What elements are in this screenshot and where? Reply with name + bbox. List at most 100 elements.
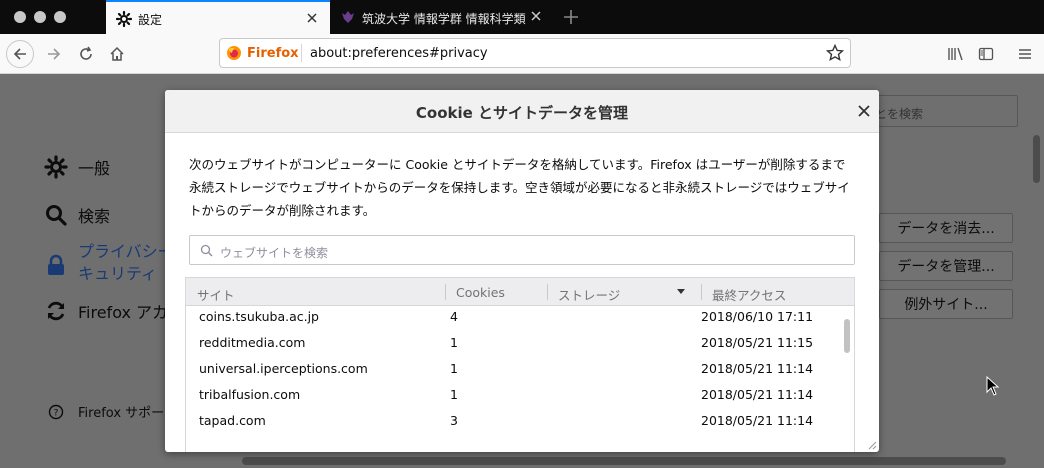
university-logo-icon <box>342 11 354 23</box>
cell-cookies: 1 <box>450 387 458 402</box>
firefox-logo-icon <box>227 46 241 60</box>
gear-icon <box>116 11 132 27</box>
forward-button[interactable] <box>40 40 68 68</box>
table-row[interactable]: tribalfusion.com 1 2018/05/21 11:14 <box>186 385 841 411</box>
cell-last-accessed: 2018/05/21 11:14 <box>701 387 814 402</box>
search-icon <box>46 205 67 226</box>
sidebar-button[interactable] <box>972 40 1000 68</box>
window-zoom-button[interactable] <box>54 11 66 23</box>
column-separator[interactable] <box>547 284 548 300</box>
help-icon: ? <box>48 404 64 419</box>
cell-last-accessed: 2018/06/10 17:11 <box>701 309 814 324</box>
table-row[interactable]: tapad.com 3 2018/05/21 11:14 <box>186 411 841 437</box>
close-icon[interactable] <box>306 12 318 24</box>
library-button[interactable] <box>942 40 970 68</box>
reload-icon <box>80 46 92 60</box>
tab-title: 設定 <box>138 13 163 27</box>
arrow-right-icon <box>48 48 61 60</box>
column-header-cookies[interactable]: Cookies <box>456 285 505 300</box>
table-header: サイト Cookies ストレージ 最終アクセス <box>186 278 854 306</box>
cell-site: universal.iperceptions.com <box>199 361 368 376</box>
window-close-button[interactable] <box>14 11 26 23</box>
navigation-toolbar: Firefox about:preferences#privacy <box>0 34 1044 74</box>
table-row[interactable]: redditmedia.com 1 2018/05/21 11:15 <box>186 333 841 359</box>
sidebar-item-label-line1: プライバシー <box>78 242 174 261</box>
hamburger-menu-icon <box>1019 49 1031 59</box>
sidebar-item-label: Firefox アカ <box>78 303 169 322</box>
sidebar-item-sync[interactable]: Firefox アカ <box>44 299 168 323</box>
search-placeholder: ウェブサイトを検索 <box>220 246 329 260</box>
sort-descending-icon <box>677 289 685 294</box>
new-tab-plus-icon[interactable] <box>562 8 580 26</box>
mouse-cursor-icon <box>986 376 1000 396</box>
sidebar-item-label: 検索 <box>78 207 111 226</box>
sync-icon <box>47 301 65 321</box>
dialog-description: 次のウェブサイトがコンピューターに Cookie とサイトデータを格納しています… <box>189 157 850 218</box>
gear-icon <box>44 155 68 179</box>
sidebar-support-link[interactable]: ? Firefox サポー <box>48 402 164 421</box>
cookie-site-data-dialog: Cookie とサイトデータを管理 次のウェブサイトがコンピューターに Cook… <box>165 90 879 452</box>
page-horizontal-scrollbar[interactable] <box>242 457 1006 465</box>
cell-cookies: 4 <box>450 309 458 324</box>
close-icon[interactable] <box>857 104 871 118</box>
sidebar-icon <box>978 47 994 61</box>
exceptions-button[interactable]: 例外サイト... <box>879 289 1013 319</box>
clear-data-button[interactable]: データを消去... <box>879 213 1013 243</box>
url-separator <box>301 44 302 62</box>
resize-grip-icon[interactable] <box>867 440 877 450</box>
back-button[interactable] <box>6 40 34 68</box>
sidebar-item-search[interactable]: 検索 <box>44 203 110 227</box>
table-row[interactable]: universal.iperceptions.com 1 2018/05/21 … <box>186 359 841 385</box>
column-separator[interactable] <box>701 284 702 300</box>
table-body: coins.tsukuba.ac.jp 4 2018/06/10 17:11 r… <box>186 307 854 452</box>
window-minimize-button[interactable] <box>34 11 46 23</box>
manage-data-button[interactable]: データを管理... <box>879 251 1013 281</box>
identity-label: Firefox <box>247 45 299 61</box>
preferences-search-input[interactable]: とを検索 <box>866 95 1018 127</box>
home-button[interactable] <box>103 40 131 68</box>
cell-cookies: 3 <box>450 413 458 428</box>
website-search-input[interactable]: ウェブサイトを検索 <box>189 235 855 265</box>
menu-button[interactable] <box>1011 40 1039 68</box>
cell-site: tribalfusion.com <box>199 387 301 402</box>
cell-cookies: 1 <box>450 335 458 350</box>
library-icon <box>948 47 963 61</box>
search-icon <box>200 244 213 257</box>
cell-site: redditmedia.com <box>199 335 306 350</box>
dialog-title: Cookie とサイトデータを管理 <box>415 104 629 122</box>
close-icon[interactable] <box>530 10 542 22</box>
svg-text:?: ? <box>54 408 59 418</box>
cell-site: coins.tsukuba.ac.jp <box>199 309 319 324</box>
column-header-last-accessed[interactable]: 最終アクセス <box>712 285 786 304</box>
cell-cookies: 1 <box>450 361 458 376</box>
cell-last-accessed: 2018/05/21 11:14 <box>701 413 814 428</box>
cell-last-accessed: 2018/05/21 11:14 <box>701 361 814 376</box>
column-separator[interactable] <box>445 284 446 300</box>
table-scrollbar[interactable] <box>844 319 850 353</box>
tab-strip: 設定 筑波大学 情報学群 情報科学類 | こ <box>0 0 1044 34</box>
table-row[interactable]: coins.tsukuba.ac.jp 4 2018/06/10 17:11 <box>186 307 841 333</box>
home-icon <box>110 46 124 61</box>
dialog-header: Cookie とサイトデータを管理 <box>165 90 879 133</box>
arrow-left-icon <box>13 48 26 60</box>
tab-settings[interactable]: 設定 <box>106 0 330 34</box>
bookmark-star-icon[interactable] <box>826 44 844 62</box>
lock-icon <box>48 254 64 275</box>
reload-button[interactable] <box>72 40 100 68</box>
tab-title: 筑波大学 情報学群 情報科学類 | こ <box>362 12 528 26</box>
cell-last-accessed: 2018/05/21 11:15 <box>701 335 814 350</box>
support-label: Firefox サポー <box>78 406 165 421</box>
page-vertical-scrollbar[interactable] <box>1033 135 1040 183</box>
site-data-table: サイト Cookies ストレージ 最終アクセス coins.tsukuba.a… <box>185 277 855 452</box>
tab-tsukuba[interactable]: 筑波大学 情報学群 情報科学類 | こ <box>330 0 554 34</box>
sidebar-item-general[interactable]: 一般 <box>44 155 110 179</box>
sidebar-item-label: 一般 <box>78 159 111 178</box>
url-bar[interactable]: Firefox about:preferences#privacy <box>219 38 851 68</box>
sidebar-item-privacy[interactable]: プライバシー キュリティ <box>44 241 174 285</box>
cell-site: tapad.com <box>199 413 266 428</box>
identity-box[interactable]: Firefox <box>226 44 299 62</box>
column-header-site[interactable]: サイト <box>197 285 235 304</box>
column-header-storage[interactable]: ストレージ <box>558 285 620 304</box>
url-text[interactable]: about:preferences#privacy <box>310 46 488 61</box>
sidebar-item-label-line2: キュリティ <box>78 264 158 283</box>
